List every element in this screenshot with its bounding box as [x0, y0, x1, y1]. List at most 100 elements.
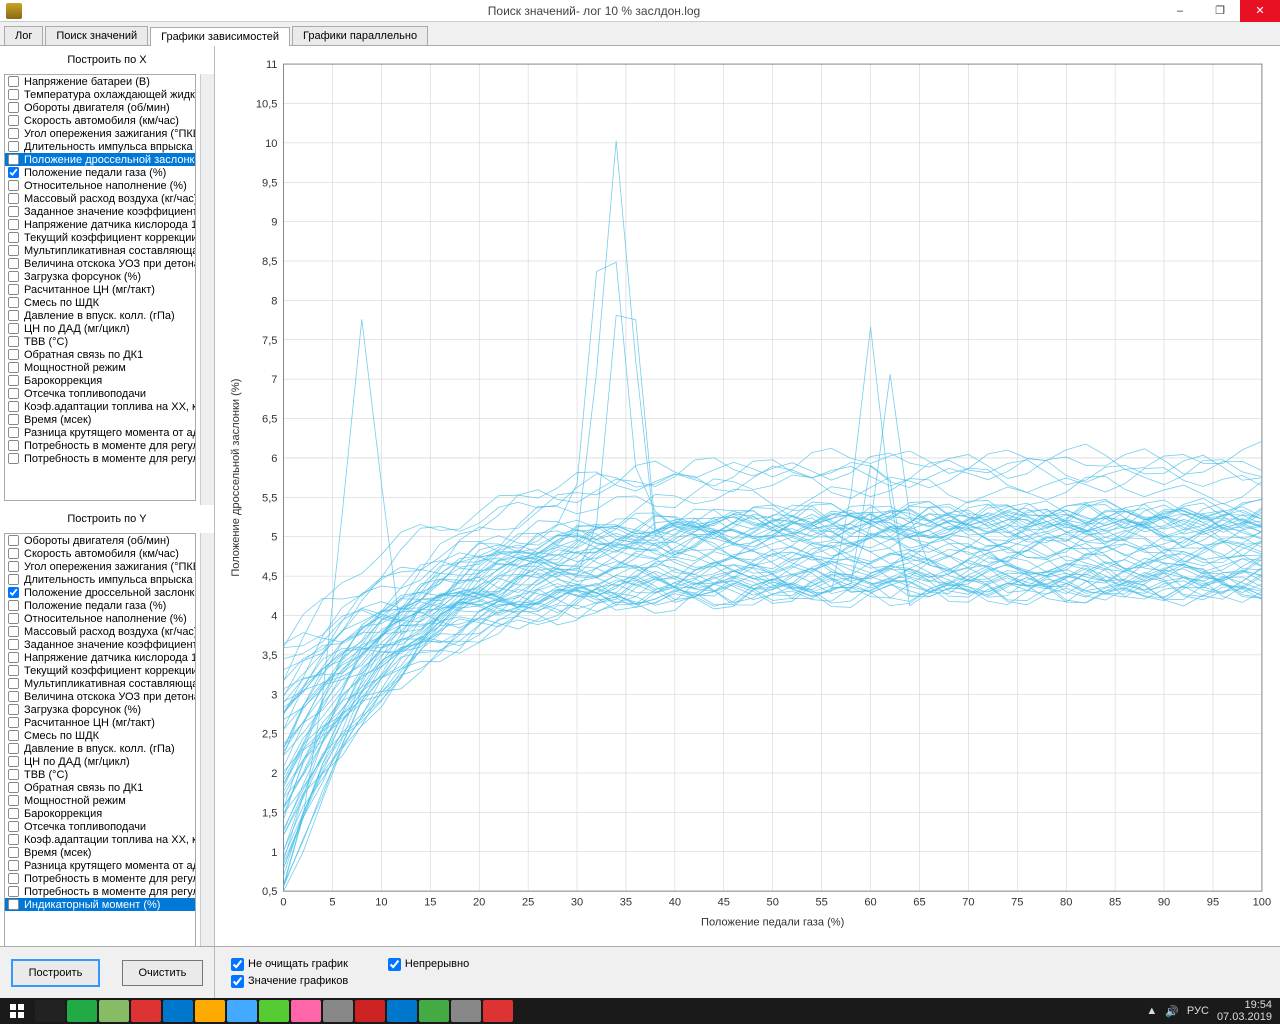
- list-checkbox[interactable]: [8, 847, 19, 858]
- list-checkbox[interactable]: [8, 756, 19, 767]
- list-checkbox[interactable]: [8, 691, 19, 702]
- list-item[interactable]: Положение педали газа (%): [5, 166, 195, 179]
- list-checkbox[interactable]: [8, 769, 19, 780]
- system-tray[interactable]: ▲ 🔊 РУС 19:54 07.03.2019: [1146, 999, 1280, 1023]
- list-y[interactable]: Обороты двигателя (об/мин)Скорость автом…: [4, 533, 196, 960]
- minimize-button[interactable]: –: [1160, 0, 1200, 22]
- list-item[interactable]: Напряжение батареи (В): [5, 75, 195, 88]
- tray-volume-icon[interactable]: 🔊: [1165, 1005, 1179, 1018]
- clear-button[interactable]: Очистить: [122, 960, 204, 986]
- list-checkbox[interactable]: [8, 873, 19, 884]
- list-item[interactable]: Угол опережения зажигания (°ПКВ: [5, 560, 195, 573]
- list-item[interactable]: Смесь по ШДК: [5, 296, 195, 309]
- list-item[interactable]: Давление в впуск. колл. (гПа): [5, 742, 195, 755]
- list-item[interactable]: ТВВ (°С): [5, 335, 195, 348]
- list-item[interactable]: Время (мсек): [5, 846, 195, 859]
- list-checkbox[interactable]: [8, 375, 19, 386]
- tab-2[interactable]: Графики зависимостей: [150, 27, 290, 46]
- list-item[interactable]: Потребность в моменте для регул: [5, 885, 195, 898]
- list-item[interactable]: Коэф.адаптации топлива на ХХ, кг: [5, 400, 195, 413]
- list-checkbox[interactable]: [8, 834, 19, 845]
- list-item[interactable]: Скорость автомобиля (км/час): [5, 547, 195, 560]
- check-continuous[interactable]: Непрерывно: [388, 958, 469, 971]
- list-checkbox[interactable]: [8, 323, 19, 334]
- list-item[interactable]: Загрузка форсунок (%): [5, 270, 195, 283]
- list-item[interactable]: Положение дроссельной заслонки: [5, 153, 195, 166]
- start-button[interactable]: [0, 998, 34, 1024]
- list-checkbox[interactable]: [8, 401, 19, 412]
- list-checkbox[interactable]: [8, 652, 19, 663]
- list-item[interactable]: Барокоррекция: [5, 807, 195, 820]
- list-checkbox[interactable]: [8, 743, 19, 754]
- list-checkbox[interactable]: [8, 782, 19, 793]
- taskbar-app-icon[interactable]: [355, 1000, 385, 1022]
- list-item[interactable]: Давление в впуск. колл. (гПа): [5, 309, 195, 322]
- list-checkbox[interactable]: [8, 574, 19, 585]
- list-item[interactable]: Разница крутящего момента от ад: [5, 859, 195, 872]
- list-item[interactable]: Отсечка топливоподачи: [5, 387, 195, 400]
- list-item[interactable]: Длительность импульса впрыска (м: [5, 140, 195, 153]
- scrollbar-x-list[interactable]: [200, 74, 214, 505]
- list-checkbox[interactable]: [8, 535, 19, 546]
- list-item[interactable]: Текущий коэффициент коррекции: [5, 231, 195, 244]
- list-item[interactable]: Напряжение датчика кислорода 1: [5, 218, 195, 231]
- taskbar-app-icon[interactable]: [259, 1000, 289, 1022]
- list-item[interactable]: Расчитанное ЦН (мг/такт): [5, 283, 195, 296]
- list-item[interactable]: Мощностной режим: [5, 361, 195, 374]
- list-item[interactable]: Время (мсек): [5, 413, 195, 426]
- list-item[interactable]: Положение дроссельной заслонки: [5, 586, 195, 599]
- list-checkbox[interactable]: [8, 860, 19, 871]
- taskbar-app-icon[interactable]: [35, 1000, 65, 1022]
- list-item[interactable]: Коэф.адаптации топлива на ХХ, кг: [5, 833, 195, 846]
- list-item[interactable]: Мультипликативная составляюща: [5, 677, 195, 690]
- list-checkbox[interactable]: [8, 414, 19, 425]
- taskbar-app-icon[interactable]: [195, 1000, 225, 1022]
- list-checkbox[interactable]: [8, 349, 19, 360]
- taskbar-app-icon[interactable]: [451, 1000, 481, 1022]
- list-checkbox[interactable]: [8, 795, 19, 806]
- tray-clock[interactable]: 19:54 07.03.2019: [1217, 999, 1272, 1023]
- list-checkbox[interactable]: [8, 427, 19, 438]
- list-item[interactable]: Заданное значение коэффициента: [5, 205, 195, 218]
- list-checkbox[interactable]: [8, 613, 19, 624]
- list-checkbox[interactable]: [8, 362, 19, 373]
- list-item[interactable]: Массовый расход воздуха (кг/час): [5, 192, 195, 205]
- list-checkbox[interactable]: [8, 665, 19, 676]
- scrollbar-y-list[interactable]: [200, 533, 214, 964]
- list-item[interactable]: Заданное значение коэффициента: [5, 638, 195, 651]
- list-x[interactable]: Напряжение батареи (В)Температура охлажд…: [4, 74, 196, 501]
- list-checkbox[interactable]: [8, 678, 19, 689]
- list-item[interactable]: Потребность в моменте для регул: [5, 439, 195, 452]
- list-checkbox[interactable]: [8, 561, 19, 572]
- list-checkbox[interactable]: [8, 115, 19, 126]
- list-item[interactable]: Величина отскока УОЗ при детона: [5, 690, 195, 703]
- list-item[interactable]: Отсечка топливоподачи: [5, 820, 195, 833]
- list-item[interactable]: Текущий коэффициент коррекции: [5, 664, 195, 677]
- list-checkbox[interactable]: [8, 310, 19, 321]
- list-item[interactable]: Индикаторный момент (%): [5, 898, 195, 911]
- list-item[interactable]: Барокоррекция: [5, 374, 195, 387]
- taskbar-app-icon[interactable]: [131, 1000, 161, 1022]
- list-checkbox[interactable]: [8, 440, 19, 451]
- list-checkbox[interactable]: [8, 730, 19, 741]
- list-checkbox[interactable]: [8, 180, 19, 191]
- list-checkbox[interactable]: [8, 808, 19, 819]
- tab-1[interactable]: Поиск значений: [45, 26, 148, 45]
- taskbar-app-icon[interactable]: [419, 1000, 449, 1022]
- list-item[interactable]: Относительное наполнение (%): [5, 179, 195, 192]
- list-checkbox[interactable]: [8, 717, 19, 728]
- list-checkbox[interactable]: [8, 219, 19, 230]
- list-checkbox[interactable]: [8, 886, 19, 897]
- close-button[interactable]: ✕: [1240, 0, 1280, 22]
- list-checkbox[interactable]: [8, 245, 19, 256]
- list-checkbox[interactable]: [8, 167, 19, 178]
- maximize-button[interactable]: ❐: [1200, 0, 1240, 22]
- tab-3[interactable]: Графики параллельно: [292, 26, 428, 45]
- list-item[interactable]: Обратная связь по ДК1: [5, 781, 195, 794]
- check-no-clear[interactable]: Не очищать график: [231, 958, 348, 971]
- list-checkbox[interactable]: [8, 336, 19, 347]
- list-item[interactable]: Положение педали газа (%): [5, 599, 195, 612]
- list-checkbox[interactable]: [8, 587, 19, 598]
- list-checkbox[interactable]: [8, 600, 19, 611]
- list-checkbox[interactable]: [8, 154, 19, 165]
